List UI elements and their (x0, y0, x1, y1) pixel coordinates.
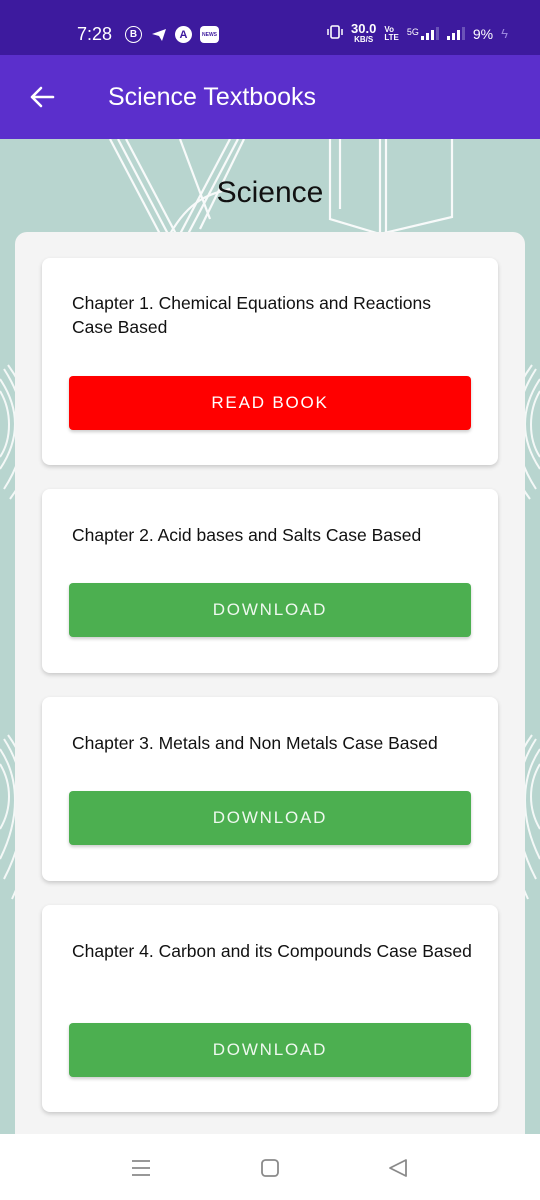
download-button[interactable]: DOWNLOAD (69, 583, 471, 637)
battery-level: 9% (472, 25, 494, 42)
app-bar: Science Textbooks (0, 55, 540, 139)
system-indicators: 30.0 KB/S Vo LTE 5G 9% ϟ (327, 21, 508, 44)
subject-heading: Science (216, 176, 324, 209)
chapter-title: Chapter 4. Carbon and its Compounds Case… (72, 941, 472, 961)
back-triangle-icon (389, 1159, 407, 1177)
signal-strength-icon (446, 27, 465, 40)
charging-icon: ϟ (501, 26, 508, 41)
recents-button[interactable] (121, 1154, 161, 1182)
telegram-icon (150, 26, 167, 43)
volte-icon: Vo LTE (384, 24, 399, 42)
home-button[interactable] (250, 1154, 290, 1182)
download-button[interactable]: DOWNLOAD (69, 1023, 471, 1077)
arrow-left-icon (30, 86, 55, 108)
network-speed: 30.0 KB/S (351, 21, 377, 44)
b-chat-icon: B (125, 26, 142, 43)
vibrate-icon (327, 24, 343, 43)
chapter-card: Chapter 3. Metals and Non Metals Case Ba… (42, 697, 498, 881)
download-button[interactable]: DOWNLOAD (69, 791, 471, 845)
read-book-button[interactable]: READ BOOK (69, 376, 471, 430)
recents-icon (132, 1160, 150, 1176)
chapter-title: Chapter 2. Acid bases and Salts Case Bas… (72, 525, 422, 545)
signal-5g-icon: 5G (407, 27, 439, 40)
chapter-card: Chapter 1. Chemical Equations and Reacti… (42, 258, 498, 465)
news-icon: NEWS (200, 26, 219, 43)
status-bar: 7:28 B A NEWS 30.0 KB/S Vo LTE 5G 9% ϟ (0, 0, 540, 55)
status-time: 7:28 (77, 24, 113, 44)
notification-icons: B A NEWS (125, 26, 219, 43)
chapter-card: Chapter 4. Carbon and its Compounds Case… (42, 905, 498, 1112)
chapter-title: Chapter 1. Chemical Equations and Reacti… (72, 293, 431, 337)
chapter-title: Chapter 3. Metals and Non Metals Case Ba… (72, 733, 438, 753)
chapter-card: Chapter 2. Acid bases and Salts Case Bas… (42, 489, 498, 673)
page-title: Science Textbooks (108, 83, 316, 111)
back-nav-button[interactable] (378, 1154, 418, 1182)
arc-icon: A (175, 26, 192, 43)
system-nav-bar (0, 1134, 540, 1200)
back-button[interactable] (22, 77, 62, 117)
home-icon (261, 1159, 279, 1177)
